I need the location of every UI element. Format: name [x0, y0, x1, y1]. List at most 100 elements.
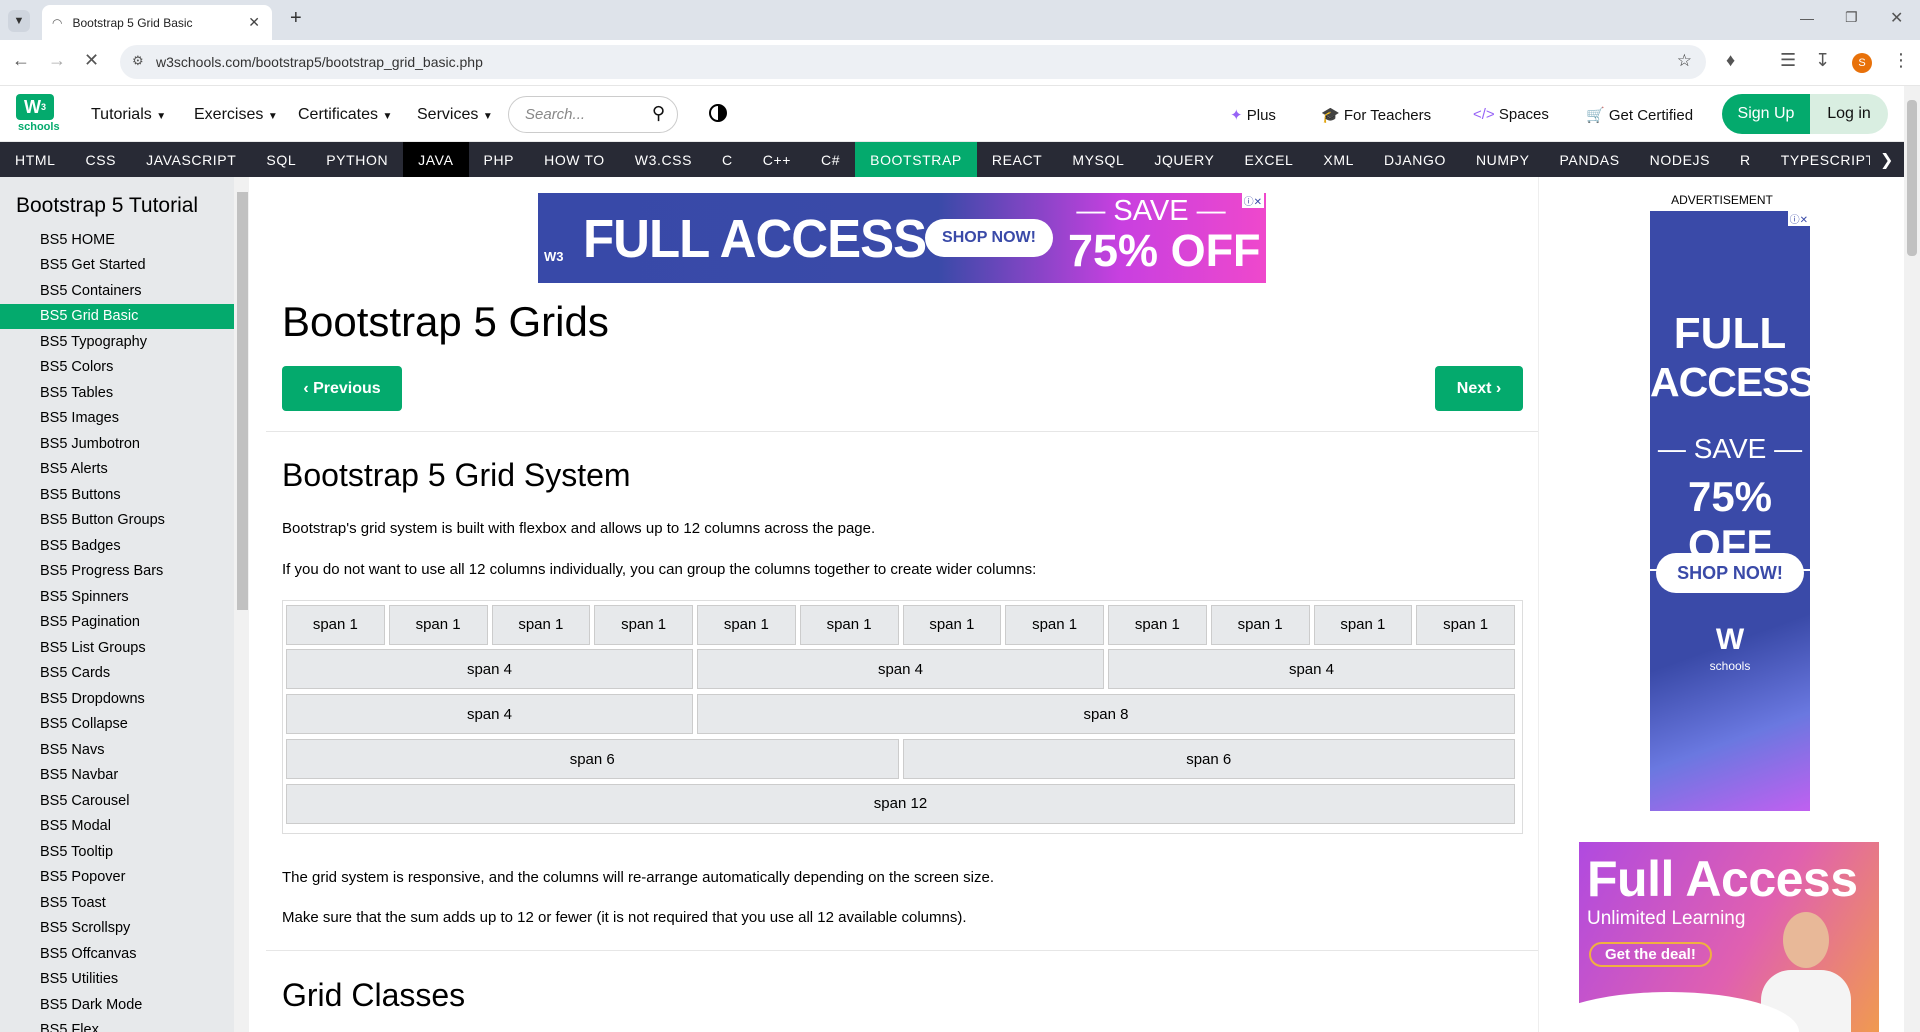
sidebar-item[interactable]: BS5 Tables [0, 380, 234, 406]
topnav-item-css[interactable]: CSS [71, 142, 132, 177]
topnav-item-how-to[interactable]: HOW TO [529, 142, 620, 177]
log-in-button[interactable]: Log in [1810, 94, 1888, 134]
sidebar-item[interactable]: BS5 Typography [0, 329, 234, 355]
tab-list-dropdown-icon[interactable]: ▼ [8, 10, 30, 32]
sidebar-item[interactable]: BS5 Collapse [0, 712, 234, 738]
topnav-scroll-right-icon[interactable]: ❯ [1869, 142, 1904, 177]
site-info-icon[interactable]: ⚙ [132, 53, 144, 69]
topnav-item-mysql[interactable]: MYSQL [1057, 142, 1139, 177]
topnav-item-c-[interactable]: C++ [748, 142, 806, 177]
search-icon[interactable]: ⚲ [652, 103, 665, 124]
sidebar-item[interactable]: BS5 Button Groups [0, 508, 234, 534]
sidebar-item[interactable]: BS5 Utilities [0, 967, 234, 993]
sidebar-item[interactable]: BS5 Jumbotron [0, 431, 234, 457]
sidebar-item[interactable]: BS5 Popover [0, 865, 234, 891]
sidebar-item[interactable]: BS5 Tooltip [0, 839, 234, 865]
sidebar-item[interactable]: BS5 Scrollspy [0, 916, 234, 942]
sidebar-scroll-thumb[interactable] [237, 192, 248, 610]
topnav-item-excel[interactable]: EXCEL [1229, 142, 1308, 177]
spaces-link[interactable]: </> Spaces [1473, 106, 1549, 123]
banner-ad[interactable]: W3 FULL ACCESS SHOP NOW! — SAVE — 75% OF… [538, 193, 1266, 283]
sidebar-item[interactable]: BS5 Dropdowns [0, 686, 234, 712]
sidebar-item[interactable]: BS5 Navs [0, 737, 234, 763]
sidebar-item[interactable]: BS5 Carousel [0, 788, 234, 814]
media-control-icon[interactable]: ☰ [1780, 50, 1796, 71]
topnav-item-react[interactable]: REACT [977, 142, 1057, 177]
topnav-item-c-[interactable]: C# [806, 142, 855, 177]
nav-exercises[interactable]: Exercises ▼ [194, 106, 278, 124]
topnav-item-w3-css[interactable]: W3.CSS [620, 142, 707, 177]
browser-menu-icon[interactable]: ⋮ [1892, 50, 1910, 71]
sidebar-item[interactable]: BS5 Navbar [0, 763, 234, 789]
new-tab-icon[interactable]: + [290, 7, 302, 30]
sidebar-item[interactable]: BS5 Toast [0, 890, 234, 916]
sidebar-item[interactable]: BS5 Cards [0, 661, 234, 687]
search-input[interactable]: Search... ⚲ [508, 96, 678, 133]
topnav-item-pandas[interactable]: PANDAS [1545, 142, 1635, 177]
page-scroll-thumb[interactable] [1907, 100, 1917, 256]
restore-icon[interactable]: ❐ [1845, 9, 1858, 26]
nav-tutorials[interactable]: Tutorials ▼ [91, 106, 166, 124]
topnav-item-r[interactable]: R [1725, 142, 1766, 177]
stop-loading-icon[interactable]: ✕ [84, 50, 99, 71]
bookmark-star-icon[interactable]: ☆ [1677, 51, 1692, 71]
topnav-item-nodejs[interactable]: NODEJS [1635, 142, 1725, 177]
ad-choices-icon[interactable]: ⓘ✕ [1241, 193, 1264, 208]
banner-ad-cta[interactable]: SHOP NOW! [925, 219, 1053, 257]
nav-services[interactable]: Services ▼ [417, 106, 493, 124]
skyscraper-ad[interactable]: ⓘ✕ FULL ACCESS — SAVE — 75% OFF SHOP NOW… [1650, 211, 1810, 811]
get-certified-link[interactable]: 🛒 Get Certified [1586, 106, 1693, 124]
topnav-item-php[interactable]: PHP [469, 142, 530, 177]
nav-certificates[interactable]: Certificates ▼ [298, 106, 392, 124]
sidebar-item[interactable]: BS5 Images [0, 406, 234, 432]
minimize-icon[interactable]: — [1800, 10, 1814, 26]
forward-icon[interactable]: → [48, 50, 66, 71]
downloads-icon[interactable]: ↧ [1815, 50, 1830, 71]
next-button[interactable]: Next › [1435, 366, 1523, 411]
sidebar-item[interactable]: BS5 Get Started [0, 253, 234, 279]
topnav-item-xml[interactable]: XML [1308, 142, 1369, 177]
sidebar-item[interactable]: BS5 Spinners [0, 584, 234, 610]
topnav-item-jquery[interactable]: JQUERY [1139, 142, 1229, 177]
sidebar-item[interactable]: BS5 Pagination [0, 610, 234, 636]
close-tab-icon[interactable]: ✕ [248, 14, 272, 31]
close-window-icon[interactable]: ✕ [1890, 8, 1903, 28]
sidebar-item[interactable]: BS5 Progress Bars [0, 559, 234, 585]
sidebar-item[interactable]: BS5 Dark Mode [0, 992, 234, 1018]
previous-button[interactable]: ‹ Previous [282, 366, 402, 411]
plus-link[interactable]: ✦ Plus [1230, 106, 1276, 124]
sidebar-item[interactable]: BS5 Offcanvas [0, 941, 234, 967]
sidebar-item[interactable]: BS5 List Groups [0, 635, 234, 661]
sidebar-item[interactable]: BS5 Containers [0, 278, 234, 304]
sidebar-item[interactable]: BS5 Alerts [0, 457, 234, 483]
profile-avatar[interactable]: S [1852, 53, 1872, 73]
sidebar-item[interactable]: BS5 Modal [0, 814, 234, 840]
extensions-icon[interactable]: ♦ [1726, 50, 1735, 71]
full-access-ad[interactable]: Full Access Unlimited Learning Get the d… [1579, 842, 1879, 1032]
sign-up-button[interactable]: Sign Up [1722, 94, 1810, 134]
topnav-item-django[interactable]: DJANGO [1369, 142, 1461, 177]
sidebar-item[interactable]: BS5 Buttons [0, 482, 234, 508]
topnav-item-python[interactable]: PYTHON [311, 142, 403, 177]
topnav-item-bootstrap[interactable]: BOOTSTRAP [855, 142, 977, 177]
for-teachers-link[interactable]: 🎓 For Teachers [1321, 106, 1431, 124]
sidebar-item[interactable]: BS5 Flex [0, 1018, 234, 1032]
browser-tab[interactable]: ◠ Bootstrap 5 Grid Basic ✕ [42, 5, 272, 40]
sidebar-item[interactable]: BS5 HOME [0, 227, 234, 253]
sky-ad-cta[interactable]: SHOP NOW! [1656, 553, 1804, 593]
topnav-item-html[interactable]: HTML [0, 142, 71, 177]
topnav-item-numpy[interactable]: NUMPY [1461, 142, 1545, 177]
fa-ad-cta[interactable]: Get the deal! [1589, 942, 1712, 967]
sidebar-item[interactable]: BS5 Colors [0, 355, 234, 381]
dark-mode-toggle-icon[interactable] [709, 104, 727, 122]
topnav-item-javascript[interactable]: JAVASCRIPT [131, 142, 251, 177]
back-icon[interactable]: ← [12, 50, 30, 71]
sidebar-item[interactable]: BS5 Grid Basic [0, 303, 234, 329]
topnav-item-sql[interactable]: SQL [251, 142, 311, 177]
address-bar[interactable]: ⚙ w3schools.com/bootstrap5/bootstrap_gri… [120, 45, 1706, 79]
topnav-item-c[interactable]: C [707, 142, 748, 177]
w3schools-logo[interactable]: W3 schools [16, 94, 60, 136]
topnav-item-java[interactable]: JAVA [403, 142, 469, 177]
ad-choices-icon[interactable]: ⓘ✕ [1787, 211, 1810, 226]
sidebar-item[interactable]: BS5 Badges [0, 533, 234, 559]
